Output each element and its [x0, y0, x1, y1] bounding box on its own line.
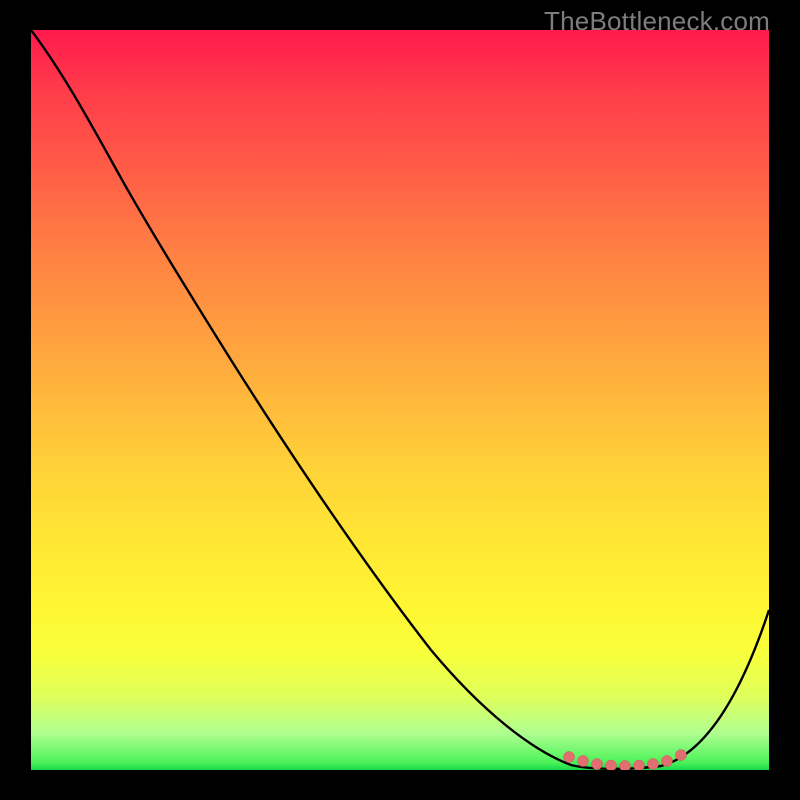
bottleneck-curve: [31, 30, 769, 769]
chart-svg: [31, 30, 769, 770]
watermark-text: TheBottleneck.com: [544, 6, 770, 37]
chart-frame: TheBottleneck.com: [0, 0, 800, 800]
chart-plot-area: [31, 30, 769, 770]
